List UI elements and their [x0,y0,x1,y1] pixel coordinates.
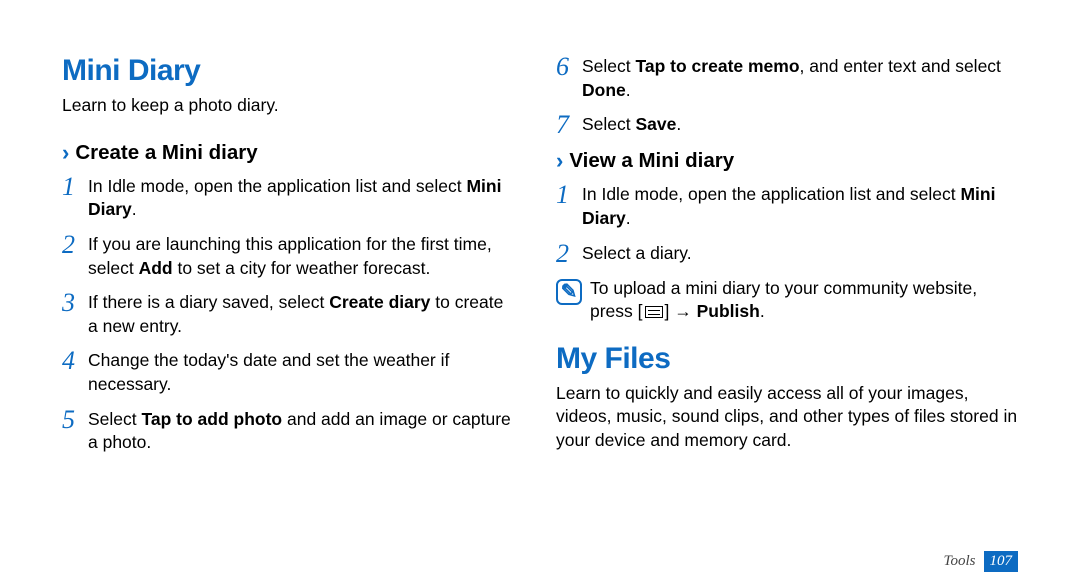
chevron-icon: › [556,148,563,174]
footer-section-label: Tools [944,553,976,570]
step-number: 2 [62,232,88,258]
step-row: 3 If there is a diary saved, select Crea… [62,290,516,338]
footer-page-number: 107 [984,551,1019,572]
subheading-view: › View a Mini diary [556,148,1018,174]
step-text: Select Tap to add photo and add an image… [88,407,516,455]
note-icon: ✎ [556,279,582,305]
step-row: 1 In Idle mode, open the application lis… [556,182,1018,230]
step-text: Select a diary. [582,241,1018,266]
subheading-create: › Create a Mini diary [62,140,516,166]
step-number: 7 [556,112,582,138]
subheading-view-text: View a Mini diary [569,149,734,173]
step-text: Change the today's date and set the weat… [88,348,516,396]
intro-my-files: Learn to quickly and easily access all o… [556,382,1018,453]
step-text: If there is a diary saved, select Create… [88,290,516,338]
step-number: 6 [556,54,582,80]
note-block: ✎ To upload a mini diary to your communi… [556,277,1018,324]
heading-mini-diary: Mini Diary [62,54,516,88]
page-footer: Tools 107 [944,551,1018,572]
step-number: 2 [556,241,582,267]
step-row: 1 In Idle mode, open the application lis… [62,174,516,222]
chevron-icon: › [62,140,69,166]
step-text: If you are launching this application fo… [88,232,516,280]
step-number: 3 [62,290,88,316]
step-row: 5 Select Tap to add photo and add an ima… [62,407,516,455]
step-number: 5 [62,407,88,433]
step-row: 2 If you are launching this application … [62,232,516,280]
menu-key-icon [645,306,663,318]
step-number: 1 [556,182,582,208]
step-row: 4 Change the today's date and set the we… [62,348,516,396]
intro-text: Learn to keep a photo diary. [62,94,516,118]
manual-page: Mini Diary Learn to keep a photo diary. … [0,0,1080,586]
step-text: Select Tap to create memo, and enter tex… [582,54,1018,102]
note-text: To upload a mini diary to your community… [590,277,1018,324]
step-number: 1 [62,174,88,200]
left-column: Mini Diary Learn to keep a photo diary. … [62,54,540,560]
right-column: 6 Select Tap to create memo, and enter t… [540,54,1018,560]
step-text: In Idle mode, open the application list … [582,182,1018,230]
heading-my-files: My Files [556,342,1018,376]
step-row: 2 Select a diary. [556,241,1018,267]
step-text: In Idle mode, open the application list … [88,174,516,222]
step-number: 4 [62,348,88,374]
step-row: 6 Select Tap to create memo, and enter t… [556,54,1018,102]
step-text: Select Save. [582,112,1018,137]
step-row: 7 Select Save. [556,112,1018,138]
subheading-create-text: Create a Mini diary [75,141,257,165]
